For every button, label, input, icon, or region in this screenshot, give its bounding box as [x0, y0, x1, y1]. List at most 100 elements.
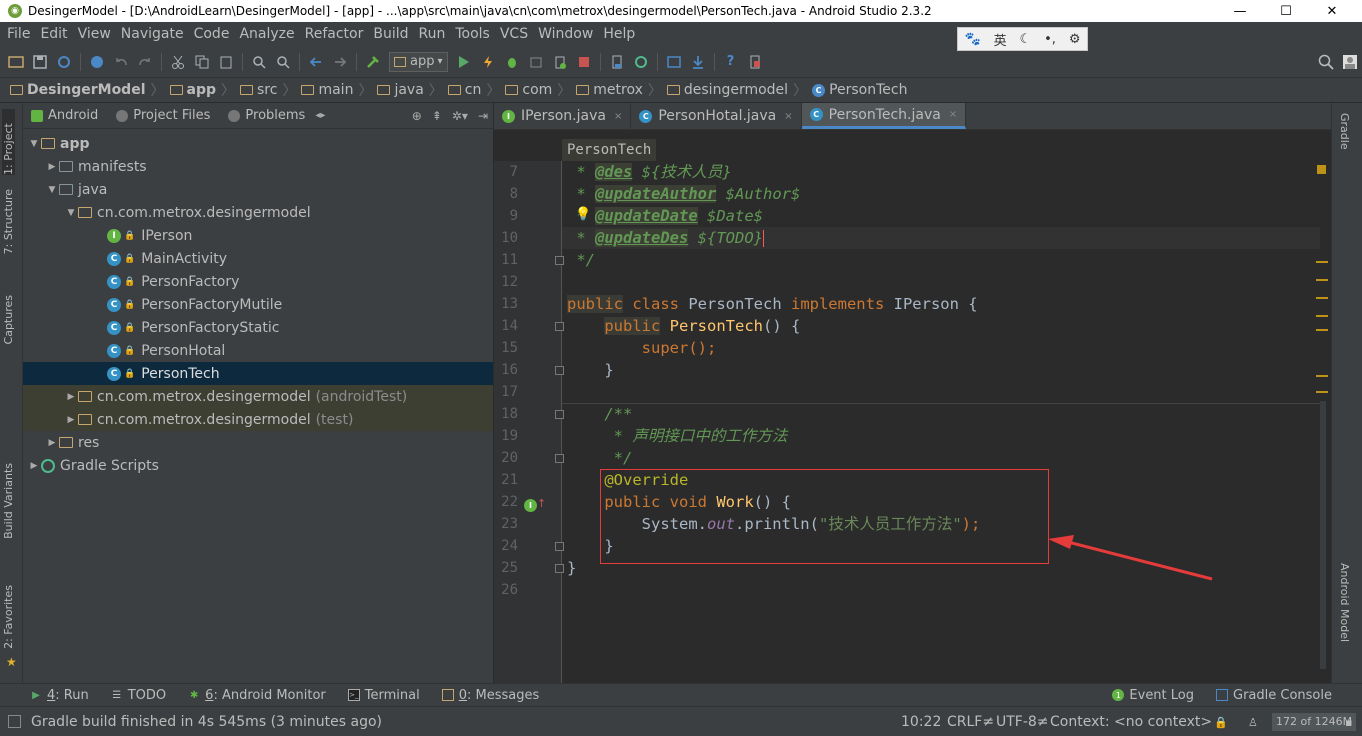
terminal-tool-button[interactable]: >_ Terminal — [347, 688, 420, 703]
warning-mark[interactable] — [1316, 261, 1328, 263]
settings-gear-icon[interactable]: ✲▾ — [452, 109, 468, 123]
menu-analyze[interactable]: Analyze — [236, 26, 301, 42]
moon-icon[interactable]: ☾ — [1020, 32, 1032, 47]
lightbulb-icon[interactable]: 💡 — [575, 207, 591, 222]
tree-item-package-main[interactable]: ▼ cn.com.metrox.desingermodel — [23, 201, 493, 224]
back-icon[interactable] — [305, 51, 327, 73]
help-icon[interactable]: ? — [720, 51, 742, 73]
search-everywhere-icon[interactable] — [1315, 51, 1337, 73]
breadcrumb-persontech[interactable]: C PersonTech — [808, 82, 911, 98]
menu-refactor[interactable]: Refactor — [302, 26, 371, 42]
sdk-manager-icon[interactable] — [687, 51, 709, 73]
event-log-tool-button[interactable]: 1 Event Log — [1112, 688, 1194, 703]
tree-item-personfactory[interactable]: C 🔒 PersonFactory — [23, 270, 493, 293]
collapsed-arrow-icon[interactable]: ▶ — [45, 162, 59, 172]
breadcrumb-com[interactable]: com — [501, 82, 556, 98]
menu-build[interactable]: Build — [370, 26, 415, 42]
memory-indicator[interactable]: 172 of 1246M — [1272, 707, 1357, 736]
breadcrumb-metrox[interactable]: metrox — [572, 82, 647, 98]
editor-tab-persontech[interactable]: C PersonTech.java × — [801, 103, 967, 129]
collapsed-arrow-icon[interactable]: ▶ — [27, 461, 41, 471]
menu-navigate[interactable]: Navigate — [118, 26, 191, 42]
inspector-icon[interactable]: ♙ — [1248, 707, 1258, 736]
line-separator[interactable]: CRLF≠ — [947, 707, 994, 736]
tree-item-res[interactable]: ▶ res — [23, 431, 493, 454]
project-structure-icon[interactable] — [663, 51, 685, 73]
save-icon[interactable] — [29, 51, 51, 73]
copy-icon[interactable] — [191, 51, 213, 73]
user-icon[interactable] — [1339, 51, 1361, 73]
notifications-icon[interactable]: ▪ — [1345, 707, 1352, 736]
breadcrumb-project[interactable]: DesingerModel — [6, 82, 150, 98]
tree-item-iperson[interactable]: I 🔒 IPerson — [23, 224, 493, 247]
attach-debugger-icon[interactable] — [549, 51, 571, 73]
gradle-sync-icon[interactable] — [630, 51, 652, 73]
implements-method-icon[interactable]: I — [524, 499, 537, 512]
todo-tool-button[interactable]: ☰ TODO — [111, 688, 166, 703]
lock-icon[interactable]: 🔒 — [1214, 707, 1228, 736]
collapsed-arrow-icon[interactable]: ▶ — [45, 438, 59, 448]
profile-icon[interactable] — [525, 51, 547, 73]
tree-item-package-androidtest[interactable]: ▶ cn.com.metrox.desingermodel (androidTe… — [23, 385, 493, 408]
breadcrumb-src[interactable]: src — [236, 82, 281, 98]
inspection-status-icon[interactable] — [1317, 165, 1326, 174]
menu-help[interactable]: Help — [600, 26, 642, 42]
avd-manager-icon[interactable] — [606, 51, 628, 73]
caret-position[interactable]: 10:22 — [901, 707, 941, 736]
redo-icon[interactable] — [134, 51, 156, 73]
breadcrumb-main[interactable]: main — [297, 82, 357, 98]
collapsed-arrow-icon[interactable]: ▶ — [64, 415, 78, 425]
forward-icon[interactable] — [329, 51, 351, 73]
view-problems[interactable]: Problems — [228, 108, 305, 123]
warning-mark[interactable] — [1316, 279, 1328, 281]
code-area[interactable]: * @des ${技术人员} * @updateAuthor $Author$ … — [562, 161, 1320, 683]
run-config-dropdown[interactable]: app ▾ — [389, 51, 448, 72]
tree-item-persontech[interactable]: C 🔒 PersonTech — [23, 362, 493, 385]
expanded-arrow-icon[interactable]: ▼ — [45, 185, 59, 195]
editor-tab-iperson[interactable]: I IPerson.java × — [494, 103, 632, 129]
gear-icon[interactable]: ⚙ — [1069, 32, 1081, 47]
error-stripe[interactable] — [1314, 161, 1328, 683]
stop-icon[interactable] — [573, 51, 595, 73]
warning-mark[interactable] — [1316, 391, 1328, 393]
breadcrumb-module[interactable]: app — [166, 82, 221, 98]
close-tab-icon[interactable]: × — [949, 109, 957, 120]
cut-icon[interactable] — [167, 51, 189, 73]
context-indicator[interactable]: Context: <no context> — [1050, 707, 1212, 736]
view-android[interactable]: Android — [31, 108, 98, 123]
hide-panel-icon[interactable]: ⇥ — [478, 109, 488, 123]
gradle-tool-tab[interactable]: Gradle — [1338, 113, 1351, 150]
structure-tool-tab[interactable]: 7: Structure — [2, 189, 15, 254]
menu-tools[interactable]: Tools — [452, 26, 497, 42]
paste-icon[interactable] — [215, 51, 237, 73]
menu-file[interactable]: File — [4, 26, 37, 42]
tree-item-package-test[interactable]: ▶ cn.com.metrox.desingermodel (test) — [23, 408, 493, 431]
warning-mark[interactable] — [1316, 329, 1328, 331]
file-encoding[interactable]: UTF-8≠ — [996, 707, 1049, 736]
tool-windows-toggle-icon[interactable] — [8, 715, 21, 728]
find-icon[interactable] — [248, 51, 270, 73]
menu-edit[interactable]: Edit — [37, 26, 74, 42]
scrollbar-thumb[interactable] — [1320, 401, 1326, 669]
expanded-arrow-icon[interactable]: ▼ — [27, 139, 41, 149]
ime-language-toggle[interactable]: 英 — [994, 30, 1007, 49]
menu-run[interactable]: Run — [416, 26, 453, 42]
maximize-button[interactable]: ☐ — [1263, 0, 1309, 22]
tree-item-mainactivity[interactable]: C 🔒 MainActivity — [23, 247, 493, 270]
android-monitor-tool-button[interactable]: ✱ 6: Android Monitor — [188, 688, 326, 703]
close-button[interactable]: ✕ — [1309, 0, 1355, 22]
punctuation-toggle[interactable]: •, — [1044, 32, 1056, 47]
tree-item-manifests[interactable]: ▶ manifests — [23, 155, 493, 178]
run-tool-button[interactable]: ▶ 4: Run — [30, 688, 89, 703]
gradle-console-tool-button[interactable]: Gradle Console — [1216, 688, 1332, 703]
collapsed-arrow-icon[interactable]: ▶ — [64, 392, 78, 402]
open-folder-icon[interactable] — [5, 51, 27, 73]
warning-mark[interactable] — [1316, 297, 1328, 299]
apply-changes-icon[interactable] — [477, 51, 499, 73]
menu-view[interactable]: View — [75, 26, 118, 42]
close-tab-icon[interactable]: × — [614, 111, 622, 122]
menu-code[interactable]: Code — [191, 26, 237, 42]
breadcrumb-desingermodel[interactable]: desingermodel — [663, 82, 792, 98]
debug-icon[interactable] — [501, 51, 523, 73]
compare-icon[interactable] — [86, 51, 108, 73]
